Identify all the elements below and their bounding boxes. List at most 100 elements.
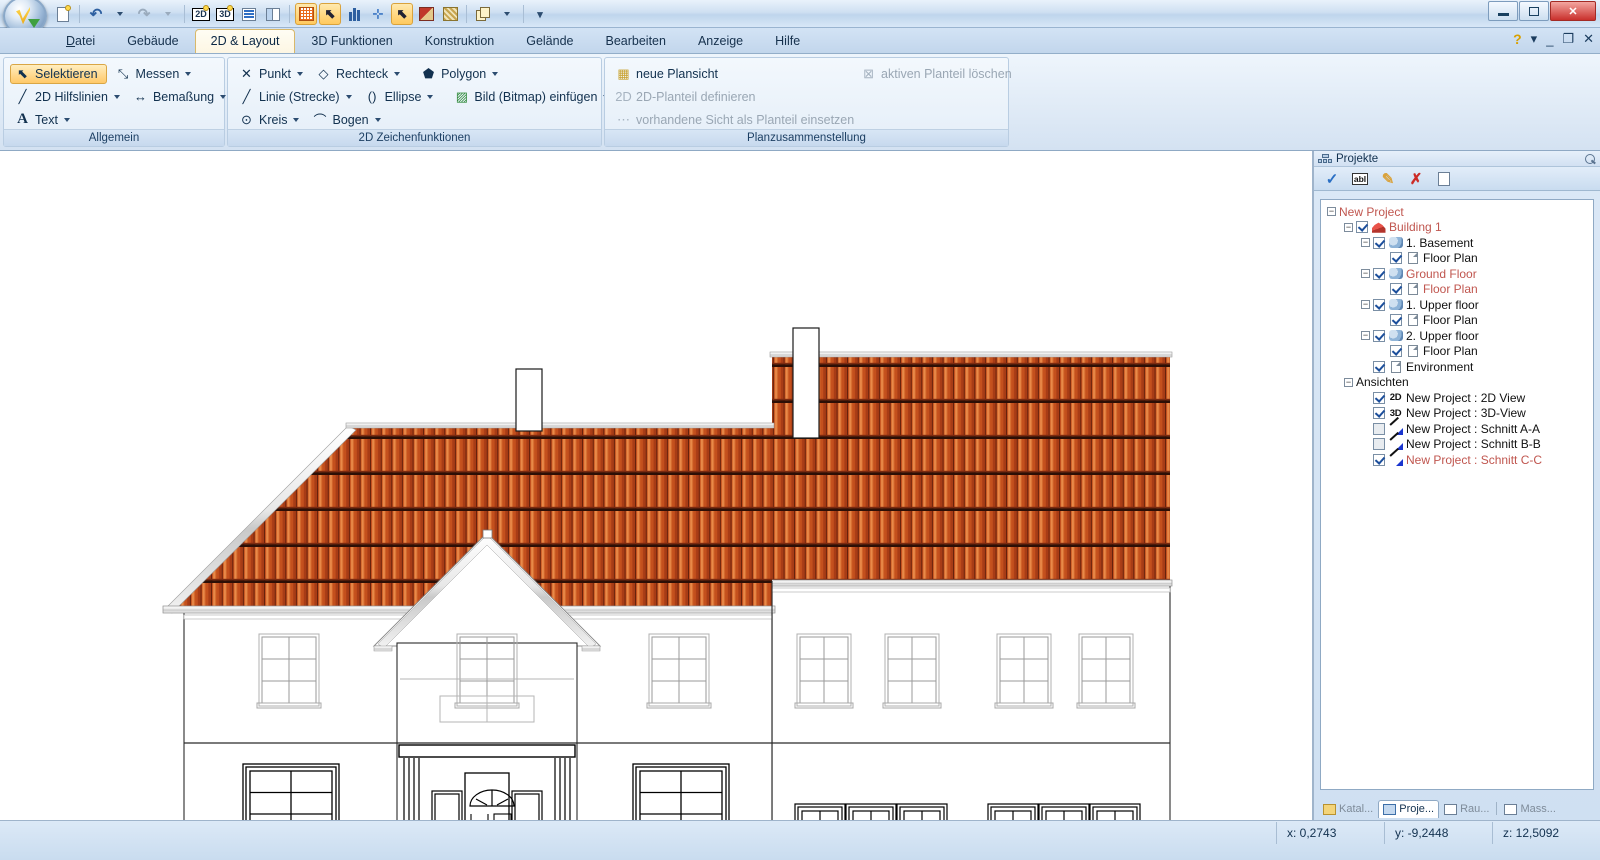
- tree-collapse-icon[interactable]: −: [1361, 269, 1370, 279]
- tree-item-checkbox[interactable]: [1373, 391, 1385, 404]
- tree-item[interactable]: Floor Plan: [1323, 251, 1591, 267]
- tree-item[interactable]: New Project : Schnitt A-A: [1323, 421, 1591, 437]
- ribbon-tab-anzeige[interactable]: Anzeige: [682, 29, 759, 53]
- view-2d-button[interactable]: 2D: [190, 3, 212, 25]
- tree-collapse-icon[interactable]: −: [1344, 377, 1353, 387]
- ribbon-tab-gel-nde[interactable]: Gelände: [510, 29, 589, 53]
- auto-hide-icon[interactable]: [1583, 153, 1596, 165]
- tree-item-checkbox[interactable]: [1390, 314, 1402, 327]
- tree-item[interactable]: New Project : Schnitt B-B: [1323, 437, 1591, 453]
- chevron-down-icon[interactable]: [492, 71, 499, 76]
- tree-item-checkbox[interactable]: [1390, 345, 1402, 358]
- tree-item[interactable]: − 1. Upper floor: [1323, 297, 1591, 313]
- tree-item[interactable]: Floor Plan: [1323, 344, 1591, 360]
- tree-item[interactable]: − Building 1: [1323, 220, 1591, 236]
- split-horizontal-button[interactable]: [238, 3, 260, 25]
- redo-button[interactable]: ↷: [133, 3, 155, 25]
- tree-item[interactable]: − Ansichten: [1323, 375, 1591, 391]
- chevron-down-icon[interactable]: [220, 94, 227, 99]
- chevron-down-icon[interactable]: [345, 94, 352, 99]
- doc-close-button[interactable]: ✕: [1583, 31, 1594, 47]
- chevron-down-icon[interactable]: [63, 117, 70, 122]
- panel-tab-katal[interactable]: Katal...: [1318, 800, 1378, 818]
- copy-button[interactable]: [472, 3, 494, 25]
- new-button[interactable]: [1434, 169, 1454, 188]
- ribbon-item-bogen[interactable]: ⌒ Bogen: [307, 110, 384, 130]
- rename-button[interactable]: abl: [1350, 169, 1370, 188]
- chevron-down-icon[interactable]: [293, 117, 300, 122]
- qat-customize-button[interactable]: ▾: [529, 3, 551, 25]
- window-maximize-button[interactable]: [1519, 1, 1549, 21]
- tree-item-checkbox[interactable]: [1373, 438, 1385, 451]
- ribbon-item-text[interactable]: A Text: [10, 110, 74, 130]
- roof-button[interactable]: [415, 3, 437, 25]
- ribbon-item-ellipse[interactable]: () Ellipse: [360, 87, 438, 107]
- tree-item[interactable]: − 2. Upper floor: [1323, 328, 1591, 344]
- snap-toggle-button[interactable]: ⬉: [319, 3, 341, 25]
- ribbon-item-rechteck[interactable]: ◇ Rechteck: [311, 64, 404, 84]
- ribbon-tab-bearbeiten[interactable]: Bearbeiten: [589, 29, 681, 53]
- tree-item-checkbox[interactable]: [1373, 360, 1385, 373]
- ribbon-item-neue-plansicht[interactable]: ▦ neue Plansicht: [611, 64, 722, 84]
- tree-collapse-icon[interactable]: −: [1361, 238, 1370, 248]
- tree-item-checkbox[interactable]: [1373, 236, 1385, 249]
- ribbon-tab-hilfe[interactable]: Hilfe: [759, 29, 816, 53]
- view-3d-button[interactable]: 3D: [214, 3, 236, 25]
- tree-item[interactable]: 2D New Project : 2D View: [1323, 390, 1591, 406]
- project-tree[interactable]: − New Project − Building 1−1. Basement Floor…: [1320, 199, 1594, 790]
- tree-item[interactable]: − New Project: [1323, 204, 1591, 220]
- walls-button[interactable]: [343, 3, 365, 25]
- panel-tab-mass[interactable]: Mass...: [1499, 800, 1560, 818]
- grid-toggle-button[interactable]: [295, 3, 317, 25]
- ribbon-tab-2d-layout[interactable]: 2D & Layout: [194, 29, 296, 53]
- ribbon-dropdown[interactable]: ▾: [1531, 31, 1538, 47]
- tree-item[interactable]: − Ground Floor: [1323, 266, 1591, 282]
- window-close-button[interactable]: ✕: [1550, 1, 1596, 21]
- tree-item-checkbox[interactable]: [1373, 298, 1385, 311]
- doc-restore-button[interactable]: ❐: [1562, 31, 1574, 47]
- tree-item-checkbox[interactable]: [1390, 283, 1402, 296]
- tree-collapse-icon[interactable]: −: [1361, 300, 1370, 310]
- redo-dropdown[interactable]: [157, 3, 179, 25]
- chevron-down-icon[interactable]: [427, 94, 434, 99]
- ribbon-item-2d-hilfslinien[interactable]: ╱ 2D Hilfslinien: [10, 87, 124, 107]
- axes-button[interactable]: ⊹: [367, 3, 389, 25]
- tree-item-checkbox[interactable]: [1373, 329, 1385, 342]
- ribbon-item-punkt[interactable]: ✕ Punkt: [234, 64, 307, 84]
- ribbon-tab-geb-ude[interactable]: Gebäude: [111, 29, 194, 53]
- split-vertical-button[interactable]: [262, 3, 284, 25]
- tree-item-checkbox[interactable]: [1373, 453, 1385, 466]
- tree-collapse-icon[interactable]: −: [1344, 222, 1353, 232]
- tree-item-checkbox[interactable]: [1373, 422, 1385, 435]
- delete-button[interactable]: ✗: [1406, 169, 1426, 188]
- tree-item-checkbox[interactable]: [1373, 407, 1385, 420]
- chevron-down-icon[interactable]: [185, 71, 192, 76]
- undo-button[interactable]: ↶: [85, 3, 107, 25]
- tree-item-checkbox[interactable]: [1390, 252, 1402, 265]
- new-document-button[interactable]: [52, 3, 74, 25]
- ribbon-tab-datei[interactable]: Datei: [50, 29, 111, 53]
- tree-item[interactable]: Floor Plan: [1323, 313, 1591, 329]
- panel-tab-rau[interactable]: Rau...: [1439, 800, 1494, 818]
- apply-check-button[interactable]: ✓: [1322, 169, 1342, 188]
- chevron-down-icon[interactable]: [374, 117, 381, 122]
- select-tool-button[interactable]: ⬉: [391, 3, 413, 25]
- tree-item[interactable]: − 1. Basement: [1323, 235, 1591, 251]
- tree-item-checkbox[interactable]: [1373, 267, 1385, 280]
- tree-item[interactable]: Floor Plan: [1323, 282, 1591, 298]
- tree-collapse-icon[interactable]: −: [1327, 207, 1336, 217]
- tree-item[interactable]: Environment: [1323, 359, 1591, 375]
- doc-minimize-button[interactable]: _: [1546, 32, 1553, 47]
- window-minimize-button[interactable]: [1488, 1, 1518, 21]
- chevron-down-icon[interactable]: [394, 71, 401, 76]
- qat-more-dropdown[interactable]: [496, 3, 518, 25]
- roof-grid-button[interactable]: [439, 3, 461, 25]
- ribbon-item-bild-bitmap-einfügen[interactable]: ▨ Bild (Bitmap) einfügen: [449, 87, 613, 107]
- undo-dropdown[interactable]: [109, 3, 131, 25]
- ribbon-item-kreis[interactable]: ⊙ Kreis: [234, 110, 303, 130]
- ribbon-item-selektieren[interactable]: ⬉ Selektieren: [10, 63, 107, 84]
- tree-item-checkbox[interactable]: [1356, 221, 1368, 234]
- chevron-down-icon[interactable]: [296, 71, 303, 76]
- help-button[interactable]: ?: [1513, 31, 1522, 47]
- tree-collapse-icon[interactable]: −: [1361, 331, 1370, 341]
